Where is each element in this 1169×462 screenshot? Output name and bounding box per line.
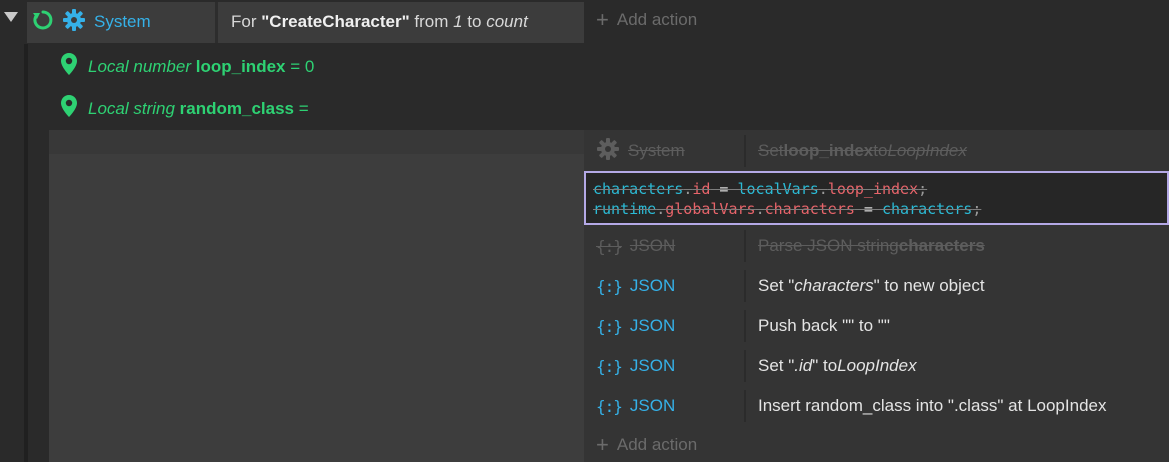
action-divider <box>744 135 746 167</box>
local-variable-row[interactable]: Local string random_class = <box>60 94 309 123</box>
local-var-name: loop_index <box>195 56 286 76</box>
action-object: {:} JSON <box>596 386 675 426</box>
add-action-label: Add action <box>616 435 698 454</box>
action-text: Set " characters " to new object <box>758 276 985 295</box>
action-row-set-characters[interactable]: {:} JSON Set " characters " to new object <box>584 266 1169 306</box>
pin-icon <box>60 52 78 81</box>
action-object-name: JSON <box>629 236 676 255</box>
json-icon: {:} <box>596 276 623 296</box>
local-var-kind: Local number <box>88 56 192 76</box>
action-divider <box>744 350 746 382</box>
cond-text-to: to <box>462 12 487 31</box>
cond-loop-name: "CreateCharacter" <box>261 12 410 31</box>
action-divider <box>744 270 746 302</box>
json-icon: {:} <box>596 356 623 376</box>
plus-icon: + <box>596 432 609 457</box>
action-object-name: JSON <box>629 316 676 335</box>
action-object: System <box>596 131 685 171</box>
script-action-block[interactable]: characters.id = localVars.loop_index; ru… <box>584 171 1169 225</box>
add-action-button[interactable]: + Add action <box>596 432 698 457</box>
action-divider <box>744 230 746 262</box>
plus-icon: + <box>596 7 609 32</box>
gear-icon <box>596 137 620 166</box>
action-object: {:} JSON <box>596 346 675 386</box>
gear-icon <box>62 8 86 37</box>
action-row-push-back[interactable]: {:} JSON Push back "" to "" <box>584 306 1169 346</box>
action-object: {:} JSON <box>596 226 675 266</box>
condition-object-name: System <box>94 12 151 31</box>
action-object: {:} JSON <box>596 266 675 306</box>
script-code[interactable]: characters.id = localVars.loop_index; ru… <box>593 179 981 219</box>
action-text: Push back "" to "" <box>758 316 890 335</box>
event-indent-line <box>24 44 28 462</box>
action-row-parse-json[interactable]: {:} JSON Parse JSON string characters <box>584 226 1169 266</box>
add-action-label: Add action <box>616 10 698 29</box>
cond-start: 1 <box>453 12 463 31</box>
local-var-name: random_class <box>179 98 295 118</box>
local-var-kind: Local string <box>88 98 175 118</box>
action-text: Insert random_class into ".class" at Loo… <box>758 396 1107 415</box>
json-icon: {:} <box>596 236 623 256</box>
cond-text-prefix: For <box>231 12 262 31</box>
sub-event-conditions[interactable] <box>49 154 584 462</box>
condition-divider <box>215 2 218 43</box>
action-object-name: System <box>628 141 685 160</box>
local-variable-row[interactable]: Local number loop_index = 0 <box>60 52 314 81</box>
action-object: {:} JSON <box>596 306 675 346</box>
local-var-value: = 0 <box>290 56 315 76</box>
cond-end: count <box>486 12 528 31</box>
action-divider <box>744 390 746 422</box>
pin-icon <box>60 94 78 123</box>
sub-event-header[interactable] <box>49 130 584 154</box>
action-text: Set loop_index to LoopIndex <box>758 141 967 160</box>
action-divider <box>744 310 746 342</box>
action-object-name: JSON <box>629 356 676 375</box>
action-row-set-loop-index[interactable]: System Set loop_index to LoopIndex <box>584 131 1169 171</box>
json-icon: {:} <box>596 316 623 336</box>
action-object-name: JSON <box>629 396 676 415</box>
loop-icon <box>32 9 54 36</box>
cond-text-from: from <box>409 12 454 31</box>
add-action-button[interactable]: + Add action <box>596 7 698 32</box>
json-icon: {:} <box>596 396 623 416</box>
action-row-insert[interactable]: {:} JSON Insert random_class into ".clas… <box>584 386 1169 426</box>
action-text: Parse JSON string characters <box>758 236 985 255</box>
action-object-name: JSON <box>629 276 676 295</box>
condition-text[interactable]: For "CreateCharacter" from 1 to count <box>231 12 528 32</box>
action-text: Set " .id " to LoopIndex <box>758 356 917 375</box>
condition-object[interactable]: System <box>32 8 151 36</box>
collapse-arrow-icon[interactable] <box>4 12 18 22</box>
action-row-set-id[interactable]: {:} JSON Set " .id " to LoopIndex <box>584 346 1169 386</box>
local-var-value: = <box>298 98 309 118</box>
